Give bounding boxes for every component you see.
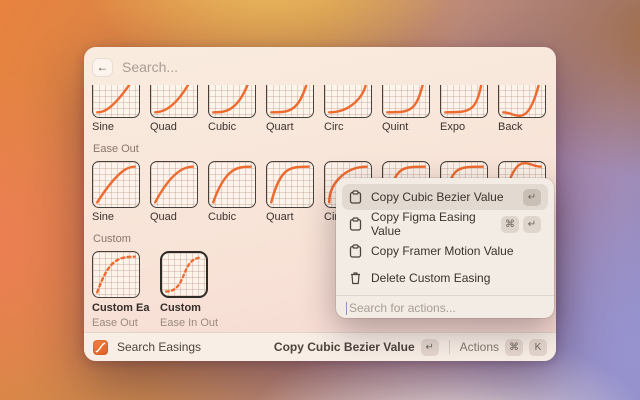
easing-card-quint[interactable] — [382, 85, 430, 118]
custom-easing-card[interactable] — [92, 251, 140, 298]
easing-card-quart[interactable] — [266, 85, 314, 118]
easing-card-label: Sine — [92, 211, 140, 223]
custom-easing-subtitle: Ease In Out — [160, 317, 218, 329]
status-bar: Search Easings Copy Cubic Bezier Value ↵… — [84, 332, 556, 361]
easing-card-cubic[interactable] — [208, 161, 256, 208]
actions-menu: Copy Cubic Bezier Value↵Copy Figma Easin… — [336, 178, 554, 318]
enter-key-badge: ↵ — [421, 339, 439, 356]
clipboard-icon — [349, 217, 362, 231]
menu-item-copy-figma-easing-value[interactable]: Copy Figma Easing Value⌘↵ — [342, 211, 548, 237]
key-badge: ↵ — [523, 189, 541, 206]
back-arrow-icon: ← — [97, 61, 109, 73]
custom-easing-subtitle: Ease Out — [92, 317, 150, 329]
actions-search-input[interactable]: Search for actions... — [342, 296, 548, 320]
custom-easing-item[interactable]: Custom Eas... Ease Out — [92, 251, 150, 329]
trash-icon — [349, 271, 362, 285]
cmd-key-badge: ⌘ — [505, 339, 523, 356]
statusbar-divider — [449, 340, 450, 354]
clipboard-icon — [349, 244, 362, 258]
k-key-badge: K — [529, 339, 547, 356]
easing-card-sine[interactable] — [92, 161, 140, 208]
easing-card-circ[interactable] — [324, 85, 372, 118]
custom-easing-name: Custom — [160, 302, 218, 314]
easing-card-label: Quint — [382, 121, 430, 133]
easing-card-label: Cubic — [208, 121, 256, 133]
search-bar: ← Search... — [84, 53, 556, 81]
easing-card-quad[interactable] — [150, 161, 198, 208]
menu-item-label: Copy Framer Motion Value — [371, 244, 514, 258]
easing-card-back[interactable] — [498, 85, 546, 118]
custom-easing-item[interactable]: Custom Ease In Out — [160, 251, 218, 329]
easing-card-expo[interactable] — [440, 85, 488, 118]
easing-curve-icon — [93, 340, 108, 355]
actions-search-placeholder: Search for actions... — [349, 301, 456, 315]
back-button[interactable]: ← — [92, 58, 113, 77]
section-header: Ease Out — [93, 143, 548, 155]
custom-easing-name: Custom Eas... — [92, 302, 150, 314]
easing-card-label: Quad — [150, 121, 198, 133]
easing-card-quart[interactable] — [266, 161, 314, 208]
clipboard-icon — [349, 190, 362, 204]
menu-item-label: Copy Figma Easing Value — [371, 210, 501, 238]
key-badge: ⌘ — [501, 216, 519, 233]
easing-card-label: Back — [498, 121, 546, 133]
easing-card-label: Quart — [266, 211, 314, 223]
menu-item-label: Copy Cubic Bezier Value — [371, 190, 504, 204]
easing-card-label: Circ — [324, 121, 372, 133]
actions-button[interactable]: Actions — [460, 340, 499, 354]
easing-card-quad[interactable] — [150, 85, 198, 118]
easing-card-label: Expo — [440, 121, 488, 133]
menu-item-copy-cubic-bezier-value[interactable]: Copy Cubic Bezier Value ↵ — [342, 184, 548, 210]
easing-card-cubic[interactable] — [208, 85, 256, 118]
easing-card-label: Quad — [150, 211, 198, 223]
primary-action-button[interactable]: Copy Cubic Bezier Value — [274, 340, 415, 354]
easing-card-label: Sine — [92, 121, 140, 133]
text-cursor — [346, 302, 347, 315]
key-badge: ↵ — [523, 216, 541, 233]
search-input[interactable]: Search... — [122, 59, 178, 75]
easing-card-label: Quart — [266, 121, 314, 133]
command-title: Search Easings — [117, 340, 201, 354]
menu-item-label: Delete Custom Easing — [371, 271, 490, 285]
menu-item-copy-framer-motion-value[interactable]: Copy Framer Motion Value — [342, 238, 548, 264]
easing-card-label: Cubic — [208, 211, 256, 223]
easing-card-sine[interactable] — [92, 85, 140, 118]
menu-item-delete-custom-easing[interactable]: Delete Custom Easing — [342, 265, 548, 291]
custom-easing-card[interactable] — [160, 251, 208, 298]
